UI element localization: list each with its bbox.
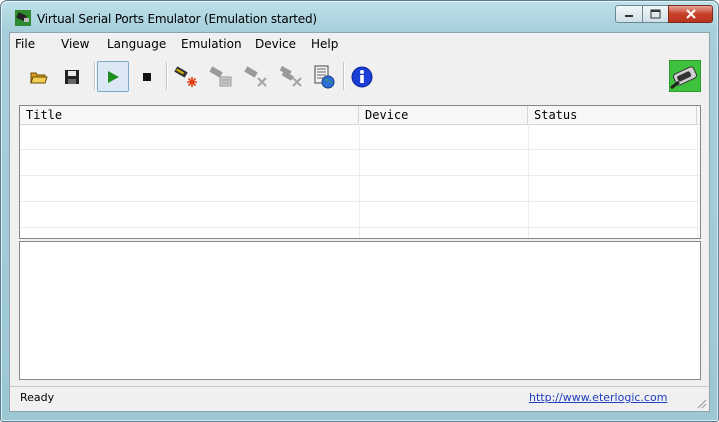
menu-emulation[interactable]: Emulation [181,37,242,51]
menu-device[interactable]: Device [255,37,296,51]
menu-file[interactable]: File [15,37,35,51]
device-properties-icon [209,65,232,86]
table-row[interactable] [20,202,700,228]
close-icon [685,8,696,19]
open-folder-icon [30,72,48,83]
device-properties-button[interactable] [205,61,237,92]
toolbar-separator [343,62,345,90]
menu-language[interactable]: Language [107,37,166,51]
toolbar [10,56,709,96]
save-button[interactable] [56,61,88,92]
minimize-button[interactable] [615,5,642,23]
maximize-icon [650,9,661,19]
menu-help[interactable]: Help [311,37,338,51]
stop-emulation-button[interactable] [131,61,163,92]
toolbar-separator [94,62,96,90]
serial-cable-icon[interactable] [15,10,31,26]
menu-bar: File View Language Emulation Device Help [10,33,709,55]
table-row[interactable] [20,176,700,202]
delete-all-devices-button[interactable] [275,61,307,92]
client-area: File View Language Emulation Device Help [9,32,710,412]
resize-grip-icon[interactable] [695,397,707,409]
delete-device-icon [244,65,267,87]
serial-connector-logo [668,59,702,93]
device-list-header: Title Device Status [20,106,700,125]
table-row[interactable] [20,124,700,150]
title-bar[interactable]: Virtual Serial Ports Emulator (Emulation… [1,1,718,33]
device-list[interactable]: Title Device Status [19,105,701,239]
close-button[interactable] [668,5,713,23]
info-button[interactable] [346,61,378,92]
menu-view[interactable]: View [61,37,89,51]
column-header-device[interactable]: Device [359,106,528,124]
status-divider [10,386,709,387]
maximize-button[interactable] [642,5,668,23]
stop-icon [143,72,151,81]
website-link[interactable]: http://www.eterlogic.com [529,391,667,404]
grid-line [359,124,360,238]
table-row[interactable] [20,150,700,176]
status-text: Ready [20,391,55,404]
create-device-icon [174,65,197,87]
status-bar: Ready http://www.eterlogic.com [10,385,709,411]
serial-connector-logo-icon [668,59,702,93]
info-icon [351,66,373,87]
play-icon [108,70,119,83]
save-icon [65,69,79,84]
grid-line [697,124,698,238]
caption-buttons [615,5,713,25]
web-log-icon [314,65,335,88]
column-header-status[interactable]: Status [528,106,697,124]
open-button[interactable] [23,61,55,92]
minimize-icon [625,15,633,17]
column-header-title[interactable]: Title [20,106,359,124]
app-window: Virtual Serial Ports Emulator (Emulation… [0,0,719,422]
create-device-button[interactable] [170,61,202,92]
toolbar-separator [166,62,168,90]
delete-device-button[interactable] [240,61,272,92]
delete-all-devices-icon [279,65,302,87]
log-panel[interactable] [19,241,701,380]
web-log-button[interactable] [308,61,340,92]
grid-line [528,124,529,238]
window-title: Virtual Serial Ports Emulator (Emulation… [37,12,317,26]
start-emulation-button[interactable] [97,61,129,92]
